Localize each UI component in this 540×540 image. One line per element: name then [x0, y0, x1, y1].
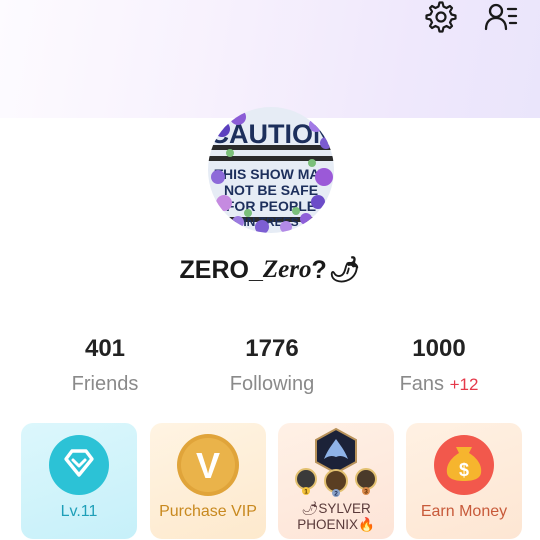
- money-bag-icon: $: [434, 435, 494, 495]
- fans-label: Fans: [399, 373, 445, 395]
- username-suffix: ?: [311, 255, 327, 284]
- profile-username: ZERO_ Zero ? 🌶: [0, 250, 540, 290]
- username-italic: Zero: [262, 256, 312, 283]
- avatar-line-2: NOT BE SAFE: [224, 182, 318, 198]
- settings-button[interactable]: [424, 0, 458, 34]
- header-background: [0, 0, 540, 118]
- following-count: 1776: [245, 335, 299, 362]
- friends-stat[interactable]: 401 Friends: [35, 330, 175, 400]
- purchase-vip-card[interactable]: V Purchase VIP: [150, 423, 266, 539]
- vip-coin-icon: V: [177, 434, 239, 496]
- family-card[interactable]: 1 2 3 🌶SYLVER PHOENIX🔥: [278, 423, 394, 539]
- phoenix-emblem-icon: 1 2 3: [295, 427, 377, 498]
- contacts-button[interactable]: [484, 0, 518, 34]
- user-list-icon: [484, 3, 518, 31]
- purchase-vip-label: Purchase VIP: [159, 503, 257, 520]
- avatar-line-3: FOR PEOPLE: [226, 198, 316, 214]
- money-bag-glyph: $: [459, 460, 469, 480]
- username-prefix: ZERO_: [179, 255, 263, 284]
- family-name-line1: 🌶SYLVER: [301, 501, 371, 516]
- fans-delta-badge: +12: [449, 375, 479, 394]
- family-name-line2: PHOENIX🔥: [297, 517, 375, 532]
- friends-count: 401: [84, 335, 126, 362]
- diamond-badge-icon: [49, 435, 109, 495]
- vip-coin-letter: V: [196, 445, 220, 486]
- fans-label-row: Fans +12: [369, 368, 509, 401]
- family-name: 🌶SYLVER PHOENIX🔥: [278, 501, 394, 533]
- fans-count: 1000: [412, 335, 466, 362]
- friends-label: Friends: [71, 373, 139, 395]
- fans-stat[interactable]: 1000 Fans +12: [369, 330, 509, 401]
- chili-pepper-icon: 🌶: [328, 255, 361, 284]
- earn-money-card[interactable]: $ Earn Money: [406, 423, 522, 539]
- rank-2-badge: 2: [334, 491, 338, 498]
- rank-3-badge: 3: [364, 489, 368, 496]
- level-card[interactable]: Lv.11: [21, 423, 137, 539]
- earn-money-label: Earn Money: [420, 503, 508, 520]
- level-label: Lv.11: [60, 503, 98, 520]
- profile-avatar[interactable]: CAUTION THIS SHOW MAY NOT BE SAFE FOR PE…: [208, 107, 334, 233]
- following-stat[interactable]: 1776 Following: [202, 330, 342, 400]
- gear-icon: [425, 1, 457, 33]
- following-label: Following: [229, 373, 315, 395]
- rank-1-badge: 1: [304, 489, 308, 496]
- avatar-line-1: THIS SHOW MAY: [214, 166, 328, 182]
